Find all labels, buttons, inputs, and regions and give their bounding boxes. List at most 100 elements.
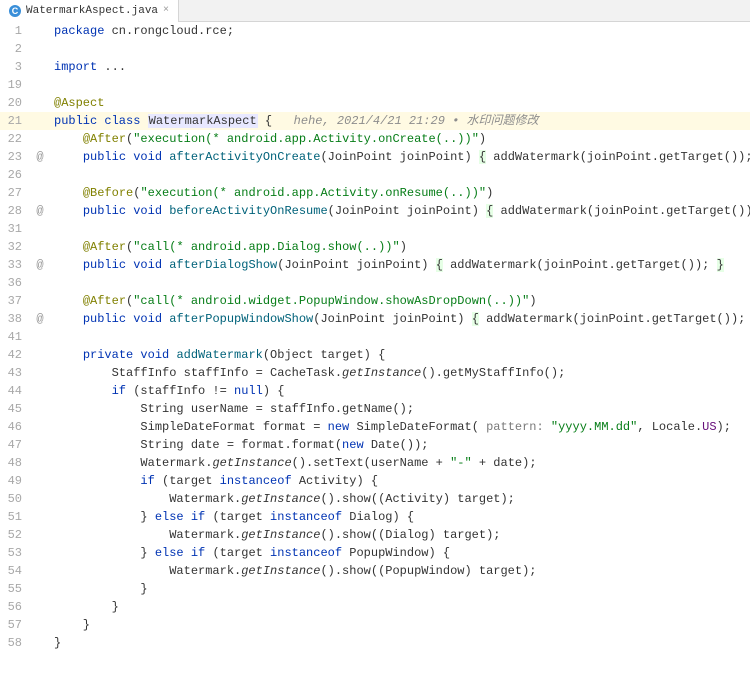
code-line[interactable]: 56 }: [0, 598, 750, 616]
code-line[interactable]: 41: [0, 328, 750, 346]
code-content[interactable]: }: [50, 598, 750, 616]
code-content[interactable]: [50, 76, 750, 94]
line-number: 19: [0, 76, 30, 94]
line-marker: [30, 292, 50, 310]
code-content[interactable]: } else if (target instanceof PopupWindow…: [50, 544, 750, 562]
line-number: 33: [0, 256, 30, 274]
code-content[interactable]: String userName = staffInfo.getName();: [50, 400, 750, 418]
line-number: 27: [0, 184, 30, 202]
code-line[interactable]: 48 Watermark.getInstance().setText(userN…: [0, 454, 750, 472]
code-line[interactable]: 37 @After("call(* android.widget.PopupWi…: [0, 292, 750, 310]
code-line[interactable]: 27 @Before("execution(* android.app.Acti…: [0, 184, 750, 202]
code-line[interactable]: 21public class WatermarkAspect { hehe, 2…: [0, 112, 750, 130]
line-marker: [30, 184, 50, 202]
line-number: 54: [0, 562, 30, 580]
code-editor[interactable]: 1package cn.rongcloud.rce;23import ...19…: [0, 22, 750, 693]
code-line[interactable]: 54 Watermark.getInstance().show((PopupWi…: [0, 562, 750, 580]
code-content[interactable]: public class WatermarkAspect { hehe, 202…: [50, 112, 750, 130]
line-marker: [30, 598, 50, 616]
code-area[interactable]: 1package cn.rongcloud.rce;23import ...19…: [0, 22, 750, 693]
code-content[interactable]: @After("call(* android.widget.PopupWindo…: [50, 292, 750, 310]
code-content[interactable]: import ...: [50, 58, 750, 76]
code-content[interactable]: }: [50, 634, 750, 652]
code-line[interactable]: 49 if (target instanceof Activity) {: [0, 472, 750, 490]
code-line[interactable]: 33@ public void afterDialogShow(JoinPoin…: [0, 256, 750, 274]
code-content[interactable]: [50, 220, 750, 238]
code-content[interactable]: public void afterActivityOnCreate(JoinPo…: [50, 148, 750, 166]
line-number: 47: [0, 436, 30, 454]
code-line[interactable]: 46 SimpleDateFormat format = new SimpleD…: [0, 418, 750, 436]
code-content[interactable]: [50, 274, 750, 292]
code-content[interactable]: [50, 328, 750, 346]
code-content[interactable]: public void afterDialogShow(JoinPoint jo…: [50, 256, 750, 274]
code-line[interactable]: 50 Watermark.getInstance().show((Activit…: [0, 490, 750, 508]
line-marker: [30, 328, 50, 346]
line-marker: [30, 634, 50, 652]
code-content[interactable]: [50, 166, 750, 184]
code-content[interactable]: if (target instanceof Activity) {: [50, 472, 750, 490]
code-line[interactable]: 31: [0, 220, 750, 238]
line-number: 42: [0, 346, 30, 364]
code-content[interactable]: @After("execution(* android.app.Activity…: [50, 130, 750, 148]
code-content[interactable]: public void beforeActivityOnResume(JoinP…: [50, 202, 750, 220]
code-content[interactable]: Watermark.getInstance().show((Dialog) ta…: [50, 526, 750, 544]
code-content[interactable]: @After("call(* android.app.Dialog.show(.…: [50, 238, 750, 256]
line-marker: @: [30, 148, 50, 166]
code-line[interactable]: 43 StaffInfo staffInfo = CacheTask.getIn…: [0, 364, 750, 382]
code-line[interactable]: 28@ public void beforeActivityOnResume(J…: [0, 202, 750, 220]
line-number: 43: [0, 364, 30, 382]
line-number: 36: [0, 274, 30, 292]
code-line[interactable]: 52 Watermark.getInstance().show((Dialog)…: [0, 526, 750, 544]
code-line[interactable]: 2: [0, 40, 750, 58]
code-line[interactable]: 47 String date = format.format(new Date(…: [0, 436, 750, 454]
code-content[interactable]: }: [50, 616, 750, 634]
code-line[interactable]: 57 }: [0, 616, 750, 634]
file-tab[interactable]: C WatermarkAspect.java ×: [0, 0, 179, 22]
line-number: 50: [0, 490, 30, 508]
code-line[interactable]: 26: [0, 166, 750, 184]
code-line[interactable]: 38@ public void afterPopupWindowShow(Joi…: [0, 310, 750, 328]
code-content[interactable]: SimpleDateFormat format = new SimpleDate…: [50, 418, 750, 436]
code-line[interactable]: 42 private void addWatermark(Object targ…: [0, 346, 750, 364]
code-content[interactable]: package cn.rongcloud.rce;: [50, 22, 750, 40]
line-marker: [30, 436, 50, 454]
code-content[interactable]: @Before("execution(* android.app.Activit…: [50, 184, 750, 202]
line-marker: [30, 472, 50, 490]
code-content[interactable]: if (staffInfo != null) {: [50, 382, 750, 400]
line-number: 41: [0, 328, 30, 346]
line-marker: [30, 346, 50, 364]
code-content[interactable]: [50, 40, 750, 58]
code-line[interactable]: 44 if (staffInfo != null) {: [0, 382, 750, 400]
code-content[interactable]: String date = format.format(new Date());: [50, 436, 750, 454]
code-line[interactable]: 32 @After("call(* android.app.Dialog.sho…: [0, 238, 750, 256]
code-line[interactable]: 58}: [0, 634, 750, 652]
code-content[interactable]: Watermark.getInstance().show((Activity) …: [50, 490, 750, 508]
code-content[interactable]: @Aspect: [50, 94, 750, 112]
code-line[interactable]: 23@ public void afterActivityOnCreate(Jo…: [0, 148, 750, 166]
line-marker: [30, 58, 50, 76]
code-content[interactable]: public void afterPopupWindowShow(JoinPoi…: [50, 310, 750, 328]
code-content[interactable]: }: [50, 580, 750, 598]
code-line[interactable]: 22 @After("execution(* android.app.Activ…: [0, 130, 750, 148]
line-marker: [30, 490, 50, 508]
code-content[interactable]: StaffInfo staffInfo = CacheTask.getInsta…: [50, 364, 750, 382]
svg-text:C: C: [12, 6, 19, 16]
code-line[interactable]: 36: [0, 274, 750, 292]
code-line[interactable]: 3import ...: [0, 58, 750, 76]
code-content[interactable]: Watermark.getInstance().show((PopupWindo…: [50, 562, 750, 580]
line-number: 26: [0, 166, 30, 184]
code-line[interactable]: 20@Aspect: [0, 94, 750, 112]
line-marker: [30, 382, 50, 400]
code-content[interactable]: Watermark.getInstance().setText(userName…: [50, 454, 750, 472]
line-marker: [30, 22, 50, 40]
code-line[interactable]: 19: [0, 76, 750, 94]
close-icon[interactable]: ×: [162, 7, 170, 15]
code-line[interactable]: 45 String userName = staffInfo.getName()…: [0, 400, 750, 418]
code-line[interactable]: 55 }: [0, 580, 750, 598]
code-line[interactable]: 1package cn.rongcloud.rce;: [0, 22, 750, 40]
code-content[interactable]: } else if (target instanceof Dialog) {: [50, 508, 750, 526]
code-line[interactable]: 53 } else if (target instanceof PopupWin…: [0, 544, 750, 562]
code-content[interactable]: private void addWatermark(Object target)…: [50, 346, 750, 364]
code-line[interactable]: 51 } else if (target instanceof Dialog) …: [0, 508, 750, 526]
line-number: 23: [0, 148, 30, 166]
